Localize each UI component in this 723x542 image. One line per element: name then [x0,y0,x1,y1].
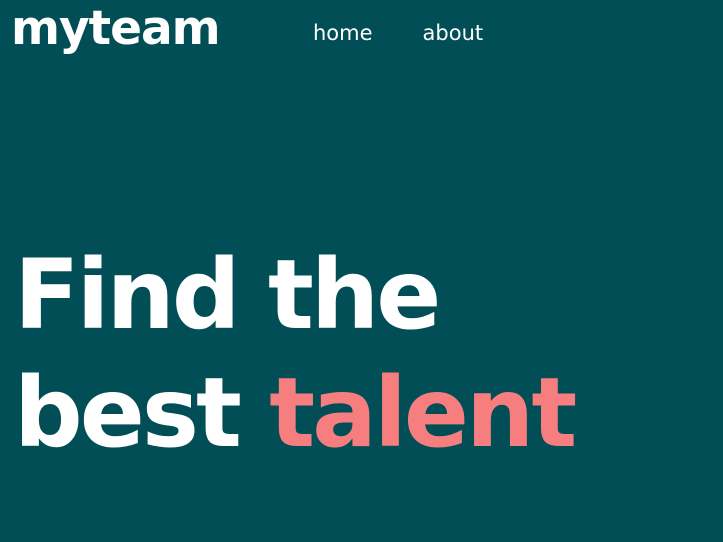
hero-line-1: Find the [14,239,441,351]
nav-link-about[interactable]: about [423,18,484,48]
hero-word-best: best [14,357,242,469]
nav-link-home[interactable]: home [313,18,373,48]
main-nav: home about [313,18,483,48]
hero-word-talent: talent [269,357,577,469]
site-header: myteam home about [0,0,723,70]
logo[interactable]: myteam [11,0,221,58]
hero-heading: Find the best talent [14,236,577,472]
hero-line-2: best talent [14,354,577,472]
